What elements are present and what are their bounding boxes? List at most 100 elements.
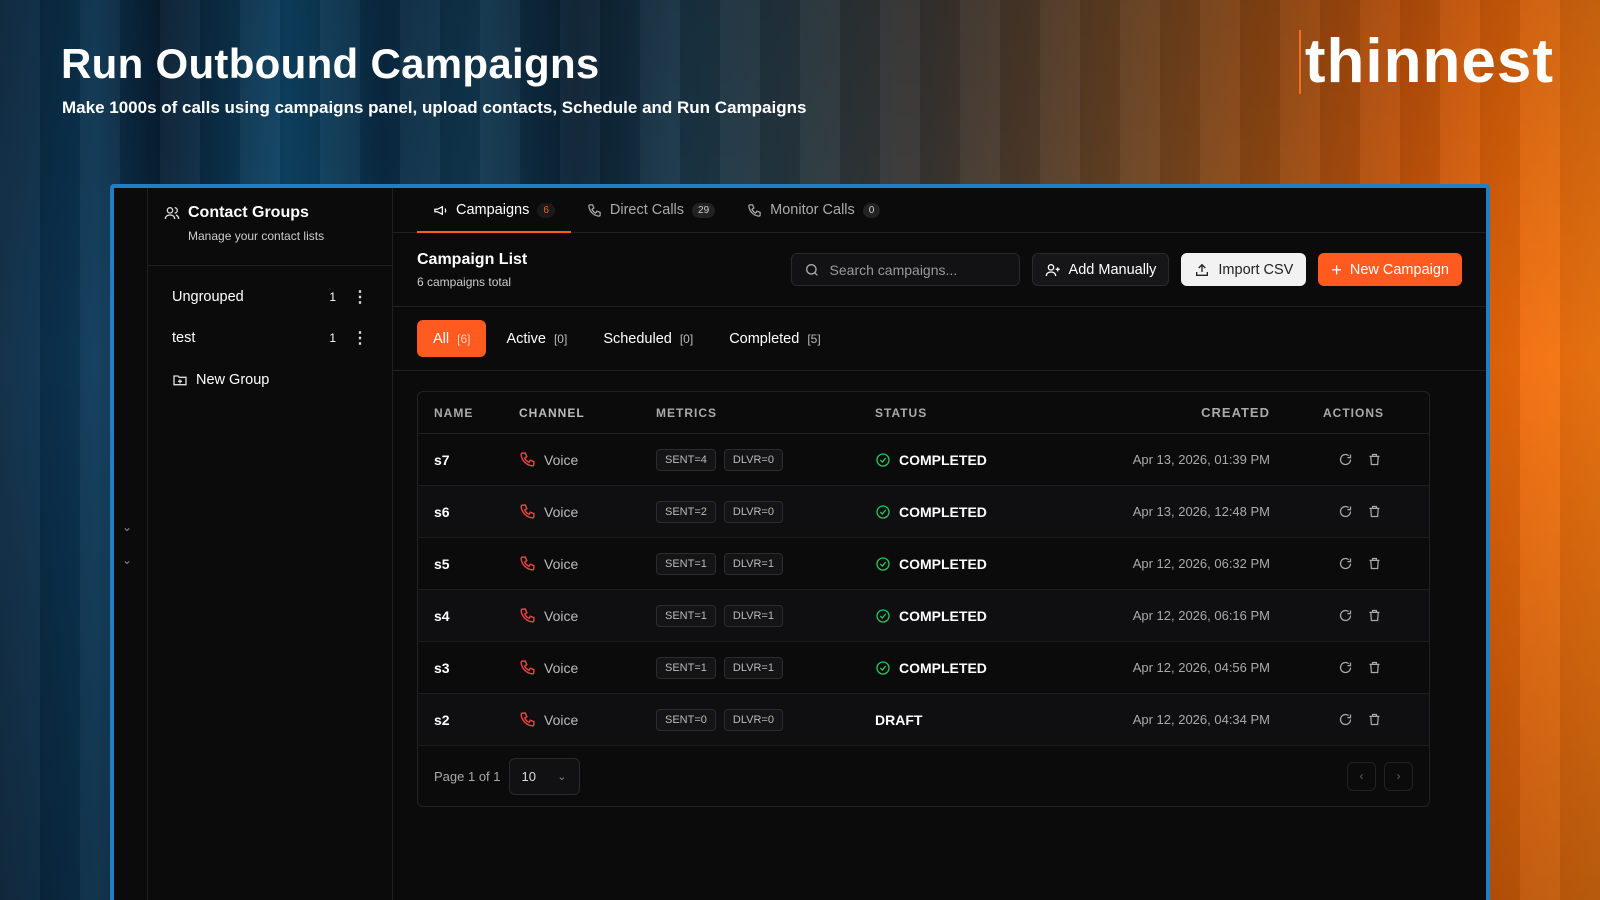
filter-label: Completed [729, 330, 800, 347]
metrics-cell: SENT=1 DLVR=1 [656, 552, 875, 575]
filter-all[interactable]: All [6] [417, 320, 487, 357]
delivered-chip: DLVR=0 [723, 500, 783, 523]
channel-label: Voice [544, 555, 579, 572]
phone-icon [520, 452, 535, 467]
table-row[interactable]: s5 Voice SENT=1 DLVR=1 COMPLETED Apr 12, 2026… [418, 538, 1429, 590]
group-item-test[interactable]: test 1 ⋮ [148, 317, 392, 358]
filter-label: Scheduled [603, 330, 672, 347]
filter-scheduled[interactable]: Scheduled [0] [603, 331, 693, 347]
filter-completed[interactable]: Completed [5] [729, 331, 820, 347]
created-date: Apr 12, 2026, 06:32 PM [1132, 556, 1270, 571]
search-box[interactable] [790, 253, 1020, 286]
campaign-name: s2 [434, 711, 450, 728]
refresh-icon[interactable] [1338, 556, 1353, 571]
check-circle-icon [876, 608, 890, 623]
group-item-ungrouped[interactable]: Ungrouped 1 ⋮ [148, 276, 392, 317]
tab-label: Direct Calls [609, 202, 685, 218]
more-vertical-icon[interactable]: ⋮ [352, 287, 368, 307]
trash-icon[interactable] [1367, 608, 1382, 623]
table-row[interactable]: s7 Voice SENT=4 DLVR=0 COMPLETED Apr 13, 2026… [418, 434, 1429, 486]
channel-cell: Voice [519, 607, 656, 624]
created-date: Apr 13, 2026, 01:39 PM [1132, 452, 1270, 467]
add-manually-button[interactable]: Add Manually [1031, 253, 1170, 286]
refresh-icon[interactable] [1338, 504, 1353, 519]
table-row[interactable]: s4 Voice SENT=1 DLVR=1 COMPLETED Apr 12, 2026… [418, 590, 1429, 642]
created-date: Apr 12, 2026, 04:56 PM [1132, 660, 1270, 675]
trash-icon[interactable] [1367, 660, 1382, 675]
tab-monitor-calls[interactable]: Monitor Calls 0 [731, 188, 896, 232]
campaign-count: 6 campaigns total [417, 274, 512, 289]
more-vertical-icon[interactable]: ⋮ [352, 328, 368, 348]
tab-label: Campaigns [456, 202, 530, 218]
sidebar-header: Contact Groups Manage your contact lists [148, 188, 392, 266]
trash-icon[interactable] [1367, 452, 1382, 467]
column-header-channel: CHANNEL [519, 405, 585, 420]
filter-count: [5] [807, 331, 821, 346]
delivered-chip: DLVR=1 [723, 552, 783, 575]
status-badge: COMPLETED [875, 608, 1075, 624]
brand-logo: thinnest [1298, 30, 1554, 94]
filter-count: [0] [679, 331, 694, 346]
status-label: COMPLETED [899, 659, 987, 676]
column-header-created: CREATED [1201, 405, 1270, 420]
trash-icon[interactable] [1367, 712, 1382, 727]
page-size-select[interactable]: 10 ⌄ [508, 757, 580, 795]
search-input[interactable] [829, 261, 1000, 278]
import-csv-label: Import CSV [1218, 261, 1294, 278]
prev-page-button[interactable]: ‹ [1347, 761, 1376, 791]
phone-icon [520, 712, 535, 727]
filter-label: Active [506, 330, 546, 347]
hero-subtitle: Make 1000s of calls using campaigns pane… [62, 98, 807, 117]
refresh-icon[interactable] [1338, 660, 1353, 675]
new-group-button[interactable]: New Group [148, 372, 392, 388]
row-actions [1270, 452, 1400, 467]
campaign-name: s7 [434, 451, 450, 468]
sent-chip: SENT=4 [656, 448, 716, 471]
trash-icon[interactable] [1367, 504, 1382, 519]
sidebar-title: Contact Groups [188, 204, 309, 221]
status-badge: COMPLETED [875, 660, 1075, 676]
table-row[interactable]: s2 Voice SENT=0 DLVR=0 DRAFT Apr 12, 2026, 04… [418, 694, 1429, 746]
new-group-label: New Group [196, 372, 270, 388]
chevron-down-icon[interactable]: ⌄ [122, 553, 132, 567]
refresh-icon[interactable] [1338, 608, 1353, 623]
side-rail: ⌄ ⌄ [114, 188, 148, 900]
channel-cell: Voice [519, 711, 656, 728]
phone-icon [520, 556, 535, 571]
refresh-icon[interactable] [1338, 452, 1353, 467]
campaign-table: NAME CHANNEL METRICS STATUS CREATED ACTI… [417, 391, 1430, 807]
channel-cell: Voice [519, 659, 656, 676]
import-csv-button[interactable]: Import CSV [1181, 253, 1307, 286]
channel-label: Voice [544, 503, 579, 520]
tab-label: Monitor Calls [770, 202, 855, 218]
refresh-icon[interactable] [1338, 712, 1353, 727]
tab-bar: Campaigns 6 Direct Calls 29 Monitor Call… [393, 188, 1486, 233]
metrics-cell: SENT=1 DLVR=1 [656, 656, 875, 679]
tab-campaigns[interactable]: Campaigns 6 [417, 188, 571, 233]
metrics-cell: SENT=4 DLVR=0 [656, 448, 875, 471]
column-header-name: NAME [434, 405, 474, 420]
group-count: 1 [329, 330, 336, 345]
tab-direct-calls[interactable]: Direct Calls 29 [571, 188, 731, 232]
pagination: Page 1 of 1 10 ⌄ ‹ › [418, 746, 1429, 806]
row-actions [1270, 712, 1400, 727]
campaign-toolbar: Campaign List 6 campaigns total Add Manu… [393, 233, 1486, 307]
trash-icon[interactable] [1367, 556, 1382, 571]
next-page-button[interactable]: › [1384, 761, 1413, 791]
check-circle-icon [876, 452, 890, 467]
filter-active[interactable]: Active [0] [506, 331, 567, 347]
row-actions [1270, 660, 1400, 675]
status-badge: COMPLETED [875, 452, 1075, 468]
filter-count: [6] [457, 331, 471, 346]
phone-icon [588, 203, 601, 217]
table-row[interactable]: s3 Voice SENT=1 DLVR=1 COMPLETED Apr 12, 2026… [418, 642, 1429, 694]
megaphone-icon [434, 205, 447, 215]
table-row[interactable]: s6 Voice SENT=2 DLVR=0 COMPLETED Apr 13, 2026… [418, 486, 1429, 538]
sent-chip: SENT=1 [656, 552, 716, 575]
upload-icon [1196, 263, 1209, 276]
delivered-chip: DLVR=0 [723, 448, 783, 471]
created-date: Apr 12, 2026, 06:16 PM [1132, 608, 1270, 623]
new-campaign-button[interactable]: + New Campaign [1318, 253, 1462, 286]
sent-chip: SENT=1 [656, 656, 716, 679]
chevron-down-icon[interactable]: ⌄ [122, 520, 132, 534]
